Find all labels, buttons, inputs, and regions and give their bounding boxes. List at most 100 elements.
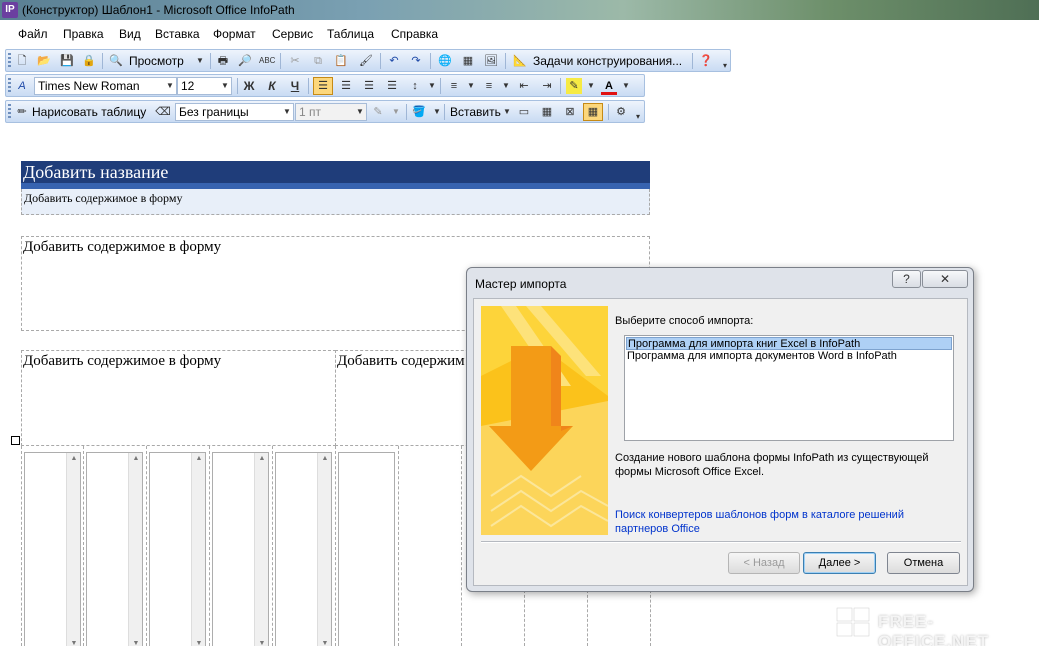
- highlight-icon[interactable]: ✎: [566, 78, 582, 94]
- toolbar-options-icon[interactable]: ▾: [717, 58, 733, 74]
- italic-button[interactable]: К: [264, 78, 280, 94]
- print-icon[interactable]: 🖶: [215, 53, 231, 69]
- justify-icon[interactable]: ☰: [384, 78, 400, 94]
- next-button[interactable]: Далее >: [803, 552, 876, 574]
- align-left-icon[interactable]: ☰: [313, 77, 333, 95]
- list-box[interactable]: ▲ ▼: [212, 452, 269, 646]
- font-name-combo[interactable]: Times New Roman ▼: [34, 77, 177, 95]
- format-painter-icon[interactable]: 🖌: [358, 53, 374, 69]
- insert-table-button[interactable]: Вставить: [450, 105, 501, 119]
- show-gridlines-icon[interactable]: ▦: [583, 103, 603, 121]
- menu-tools[interactable]: Сервис: [272, 27, 313, 41]
- cancel-button[interactable]: Отмена: [887, 552, 960, 574]
- scrollbar[interactable]: ▲ ▼: [66, 453, 80, 646]
- font-color-button[interactable]: A: [601, 78, 617, 95]
- menu-insert[interactable]: Вставка: [155, 27, 200, 41]
- menu-format[interactable]: Формат: [213, 27, 256, 41]
- border-width-combo[interactable]: 1 пт ▼: [295, 103, 367, 121]
- delete-table-icon[interactable]: ⊠: [562, 104, 578, 120]
- bulleted-list-icon[interactable]: ≡: [481, 78, 497, 94]
- scroll-up-icon[interactable]: ▲: [67, 455, 81, 462]
- form-section-2-left[interactable]: Добавить содержимое в форму: [21, 350, 336, 446]
- scroll-down-icon[interactable]: ▼: [192, 640, 206, 646]
- numbered-list-icon[interactable]: ≡: [446, 78, 462, 94]
- insert-picture-icon[interactable]: 🖼: [483, 53, 499, 69]
- increase-indent-icon[interactable]: ⇥: [539, 78, 555, 94]
- cut-icon[interactable]: ✂: [287, 53, 303, 69]
- preview-button[interactable]: Просмотр: [129, 54, 184, 68]
- permission-icon[interactable]: 🔒: [81, 53, 97, 69]
- toolbar-grip[interactable]: [8, 104, 11, 120]
- chevron-down-icon[interactable]: ▼: [388, 104, 404, 120]
- help-button[interactable]: ?: [892, 270, 921, 288]
- chevron-down-icon[interactable]: ▼: [463, 78, 479, 94]
- scroll-up-icon[interactable]: ▲: [192, 455, 206, 462]
- menu-view[interactable]: Вид: [119, 27, 141, 41]
- chevron-down-icon[interactable]: ▼: [498, 78, 514, 94]
- list-box[interactable]: ▲ ▼: [275, 452, 332, 646]
- open-folder-icon[interactable]: 📂: [36, 53, 52, 69]
- print-preview-icon[interactable]: 🔎: [237, 53, 253, 69]
- design-tasks-icon[interactable]: 📐: [512, 53, 528, 69]
- list-box[interactable]: ▲ ▼: [149, 452, 206, 646]
- find-converters-link[interactable]: Поиск конвертеров шаблонов форм в катало…: [615, 508, 935, 536]
- scroll-down-icon[interactable]: ▼: [318, 640, 332, 646]
- preview-dropdown-arrow-icon[interactable]: ▼: [192, 53, 208, 69]
- align-center-icon[interactable]: ☰: [338, 78, 354, 94]
- toolbar-grip[interactable]: [8, 53, 11, 69]
- border-color-icon[interactable]: ✎: [370, 104, 386, 120]
- redo-icon[interactable]: ↷: [408, 53, 424, 69]
- chevron-down-icon[interactable]: ▼: [354, 104, 366, 120]
- infopath-app-icon[interactable]: IP: [2, 2, 18, 18]
- menu-help[interactable]: Справка: [391, 27, 438, 41]
- menu-edit[interactable]: Правка: [63, 27, 104, 41]
- merge-cells-icon[interactable]: ▭: [516, 104, 532, 120]
- list-box[interactable]: ▲ ▼: [24, 452, 81, 646]
- scroll-up-icon[interactable]: ▲: [255, 455, 269, 462]
- list-item-word-importer[interactable]: Программа для импорта документов Word в …: [626, 350, 952, 363]
- list-item-excel-importer[interactable]: Программа для импорта книг Excel в InfoP…: [626, 337, 952, 350]
- bold-button[interactable]: Ж: [241, 78, 257, 94]
- scroll-down-icon[interactable]: ▼: [129, 640, 143, 646]
- table-select-handle[interactable]: [11, 436, 20, 445]
- draw-table-button[interactable]: Нарисовать таблицу: [32, 105, 146, 119]
- paste-icon[interactable]: 📋: [333, 53, 349, 69]
- eraser-icon[interactable]: ⌫: [155, 104, 171, 120]
- list-box[interactable]: ▲ ▼: [86, 452, 143, 646]
- underline-button[interactable]: Ч: [287, 78, 303, 94]
- form-title[interactable]: Добавить название: [21, 161, 650, 183]
- preview-icon[interactable]: 🔍: [108, 53, 124, 69]
- fill-color-icon[interactable]: 🪣: [411, 104, 427, 120]
- save-icon[interactable]: 💾: [59, 53, 75, 69]
- scrollbar[interactable]: ▲ ▼: [317, 453, 331, 646]
- insert-table-icon[interactable]: ▦: [460, 53, 476, 69]
- toolbar-grip[interactable]: [8, 78, 11, 94]
- chevron-down-icon[interactable]: ▼: [281, 104, 293, 120]
- scroll-down-icon[interactable]: ▼: [67, 640, 81, 646]
- menu-table[interactable]: Таблица: [327, 27, 374, 41]
- chevron-down-icon[interactable]: ▼: [499, 104, 515, 120]
- scroll-up-icon[interactable]: ▲: [318, 455, 332, 462]
- draw-table-icon[interactable]: ✏: [14, 104, 30, 120]
- chevron-down-icon[interactable]: ▼: [429, 104, 445, 120]
- help-icon[interactable]: ❓: [698, 53, 714, 69]
- scrollbar[interactable]: ▲ ▼: [191, 453, 205, 646]
- toolbar-options-icon[interactable]: ▾: [630, 109, 646, 125]
- hyperlink-icon[interactable]: 🌐: [437, 53, 453, 69]
- chevron-down-icon[interactable]: ▼: [583, 78, 599, 94]
- list-box[interactable]: [338, 452, 395, 646]
- chevron-down-icon[interactable]: ▼: [424, 78, 440, 94]
- scrollbar[interactable]: ▲ ▼: [128, 453, 142, 646]
- close-button[interactable]: ✕: [922, 270, 968, 288]
- copy-icon[interactable]: ⧉: [310, 53, 326, 69]
- border-style-combo[interactable]: Без границы ▼: [175, 103, 294, 121]
- font-size-combo[interactable]: 12 ▼: [177, 77, 232, 95]
- design-tasks-button[interactable]: Задачи конструирования...: [533, 54, 682, 68]
- chevron-down-icon[interactable]: ▼: [219, 78, 231, 94]
- decrease-indent-icon[interactable]: ⇤: [516, 78, 532, 94]
- form-subtitle[interactable]: Добавить содержимое в форму: [21, 189, 650, 215]
- menu-file[interactable]: Файл: [18, 27, 48, 41]
- spelling-icon[interactable]: ABC: [259, 53, 275, 69]
- scrollbar[interactable]: ▲ ▼: [254, 453, 268, 646]
- table-properties-icon[interactable]: ⚙: [613, 104, 629, 120]
